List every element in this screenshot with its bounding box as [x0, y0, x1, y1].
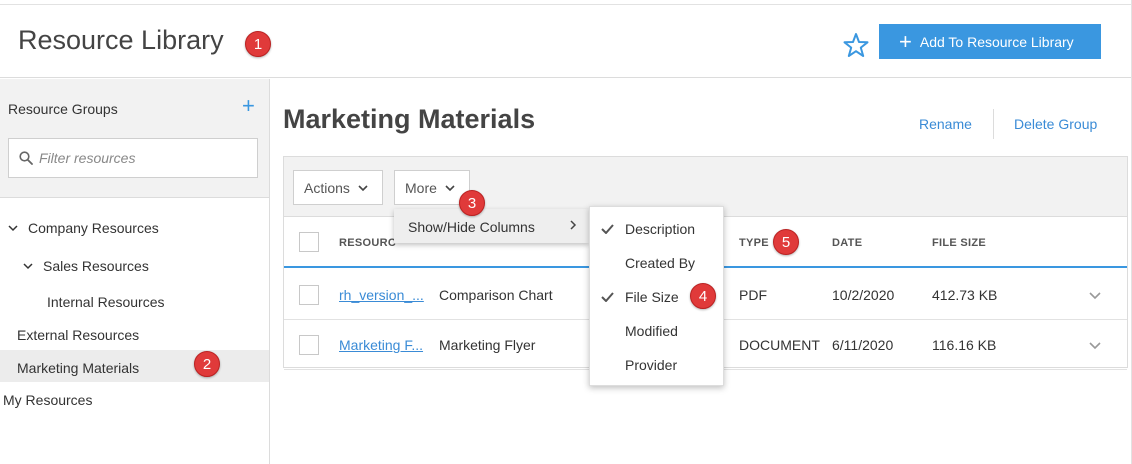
checkmark-icon [601, 224, 614, 234]
page-header: Resource Library 1 + Add To Resource Lib… [0, 5, 1131, 78]
column-option-label: Modified [625, 323, 678, 339]
row-checkbox[interactable] [299, 335, 319, 355]
column-option-label: Created By [625, 255, 696, 271]
chevron-down-icon[interactable] [23, 261, 33, 271]
annotation-badge-5: 5 [773, 229, 799, 255]
plus-icon: + [899, 28, 912, 54]
column-header-resource[interactable]: RESOURC [339, 237, 396, 249]
search-icon [19, 151, 33, 165]
column-option-created-by[interactable]: Created By [590, 246, 724, 280]
column-option-modified[interactable]: Modified [590, 314, 724, 348]
date-cell: 10/2/2020 [832, 287, 895, 303]
more-label: More [405, 179, 437, 196]
filter-field[interactable] [8, 138, 258, 178]
checkmark-icon [601, 292, 614, 302]
file-size-cell: 116.16 KB [932, 337, 997, 353]
chevron-down-icon [358, 184, 368, 191]
tree-item-internal-resources[interactable]: Internal Resources [47, 294, 165, 310]
file-size-cell: 412.73 KB [932, 287, 998, 303]
add-to-library-button[interactable]: + Add To Resource Library [879, 24, 1101, 59]
annotation-badge-1: 1 [245, 31, 271, 57]
type-cell: DOCUMENT [739, 337, 820, 353]
description-cell: Marketing Flyer [439, 337, 536, 353]
actions-label: Actions [304, 179, 350, 196]
more-menu: Show/Hide Columns [394, 209, 589, 243]
column-header-type[interactable]: TYPE [739, 237, 769, 249]
link-divider [993, 109, 994, 139]
column-option-description[interactable]: Description [590, 212, 724, 246]
sidebar-header: Resource Groups + [0, 79, 269, 198]
column-option-label: File Size [625, 289, 679, 305]
show-hide-columns-item[interactable]: Show/Hide Columns [408, 219, 535, 235]
resource-link[interactable]: Marketing F... [339, 337, 423, 353]
annotation-badge-3: 3 [459, 190, 485, 216]
row-checkbox[interactable] [299, 285, 319, 305]
description-cell: Comparison Chart [439, 287, 553, 303]
type-cell: PDF [739, 287, 767, 303]
expand-row-icon[interactable] [1089, 290, 1101, 300]
actions-dropdown[interactable]: Actions [293, 170, 383, 205]
rename-link[interactable]: Rename [919, 116, 972, 132]
column-option-provider[interactable]: Provider [590, 348, 724, 382]
chevron-right-icon [570, 220, 577, 230]
column-option-label: Provider [625, 357, 678, 373]
tree-item-marketing-materials[interactable]: Marketing Materials [17, 360, 139, 376]
add-button-label: Add To Resource Library [919, 33, 1074, 50]
page-title: Resource Library [18, 25, 224, 55]
add-group-icon[interactable]: + [242, 95, 255, 117]
date-cell: 6/11/2020 [832, 337, 894, 353]
annotation-badge-2: 2 [194, 351, 220, 377]
chevron-down-icon [445, 184, 455, 191]
tree-item-my-resources[interactable]: My Resources [3, 392, 92, 408]
group-title: Marketing Materials [283, 104, 536, 134]
column-header-file-size[interactable]: FILE SIZE [932, 237, 986, 249]
tree-item-sales-resources[interactable]: Sales Resources [43, 258, 149, 274]
sidebar: Resource Groups + Company Resources Sale… [0, 79, 270, 464]
select-all-checkbox[interactable] [299, 232, 319, 252]
resource-link[interactable]: rh_version_... [339, 287, 424, 303]
annotation-badge-4: 4 [690, 283, 716, 309]
star-icon[interactable] [843, 32, 869, 58]
tree-item-external-resources[interactable]: External Resources [17, 327, 139, 343]
column-option-label: Description [625, 221, 696, 237]
delete-group-link[interactable]: Delete Group [1014, 116, 1097, 132]
filter-resources-input[interactable] [39, 148, 249, 168]
expand-row-icon[interactable] [1089, 340, 1101, 350]
tree-item-company-resources[interactable]: Company Resources [28, 220, 159, 236]
column-header-date[interactable]: DATE [832, 237, 862, 249]
chevron-down-icon[interactable] [8, 223, 18, 233]
resource-groups-title: Resource Groups [8, 101, 118, 117]
